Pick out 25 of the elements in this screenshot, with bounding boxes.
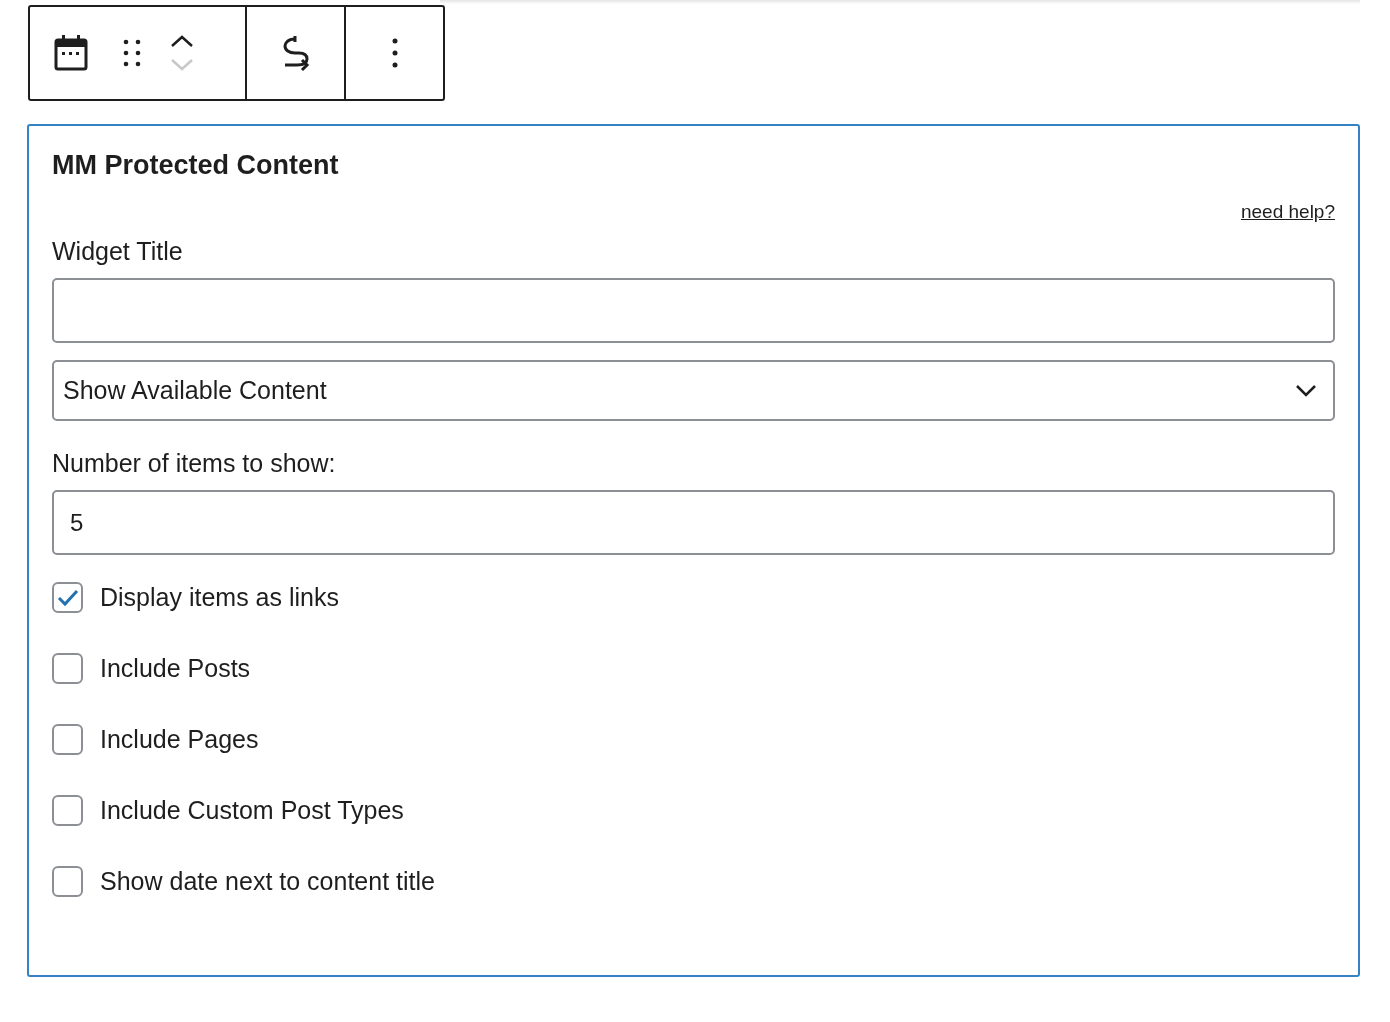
field-label: Number of items to show: — [52, 449, 337, 478]
field-label: Widget Title — [52, 237, 184, 266]
widget-title: MM Protected Content — [52, 150, 340, 181]
item-count-field[interactable]: 5 — [52, 490, 1335, 555]
checkbox-label: Show date next to content title — [100, 867, 435, 896]
chevron-down-icon — [170, 58, 194, 72]
calendar-icon — [54, 34, 88, 72]
checkbox[interactable] — [52, 582, 83, 613]
help-link[interactable]: need help? — [1240, 201, 1335, 223]
content-select[interactable]: Show Available Content — [52, 360, 1335, 421]
checkmark-icon — [56, 588, 79, 607]
drag-handle-icon — [122, 38, 142, 68]
checkbox[interactable] — [52, 724, 83, 755]
checkbox-label: Include Posts — [100, 654, 251, 683]
checkbox[interactable] — [52, 866, 83, 897]
title-input-field[interactable] — [52, 278, 1335, 343]
chevron-up-icon — [170, 34, 194, 48]
checkbox[interactable] — [52, 795, 83, 826]
chevron-down-icon — [1295, 384, 1317, 397]
more-vertical-icon — [390, 37, 399, 69]
checkbox[interactable] — [52, 653, 83, 684]
checkbox-label: Include Pages — [100, 725, 259, 754]
checkbox-label: Include Custom Post Types — [100, 796, 404, 825]
checkbox-label: Display items as links — [100, 583, 339, 612]
move-up-button[interactable] — [170, 34, 194, 48]
